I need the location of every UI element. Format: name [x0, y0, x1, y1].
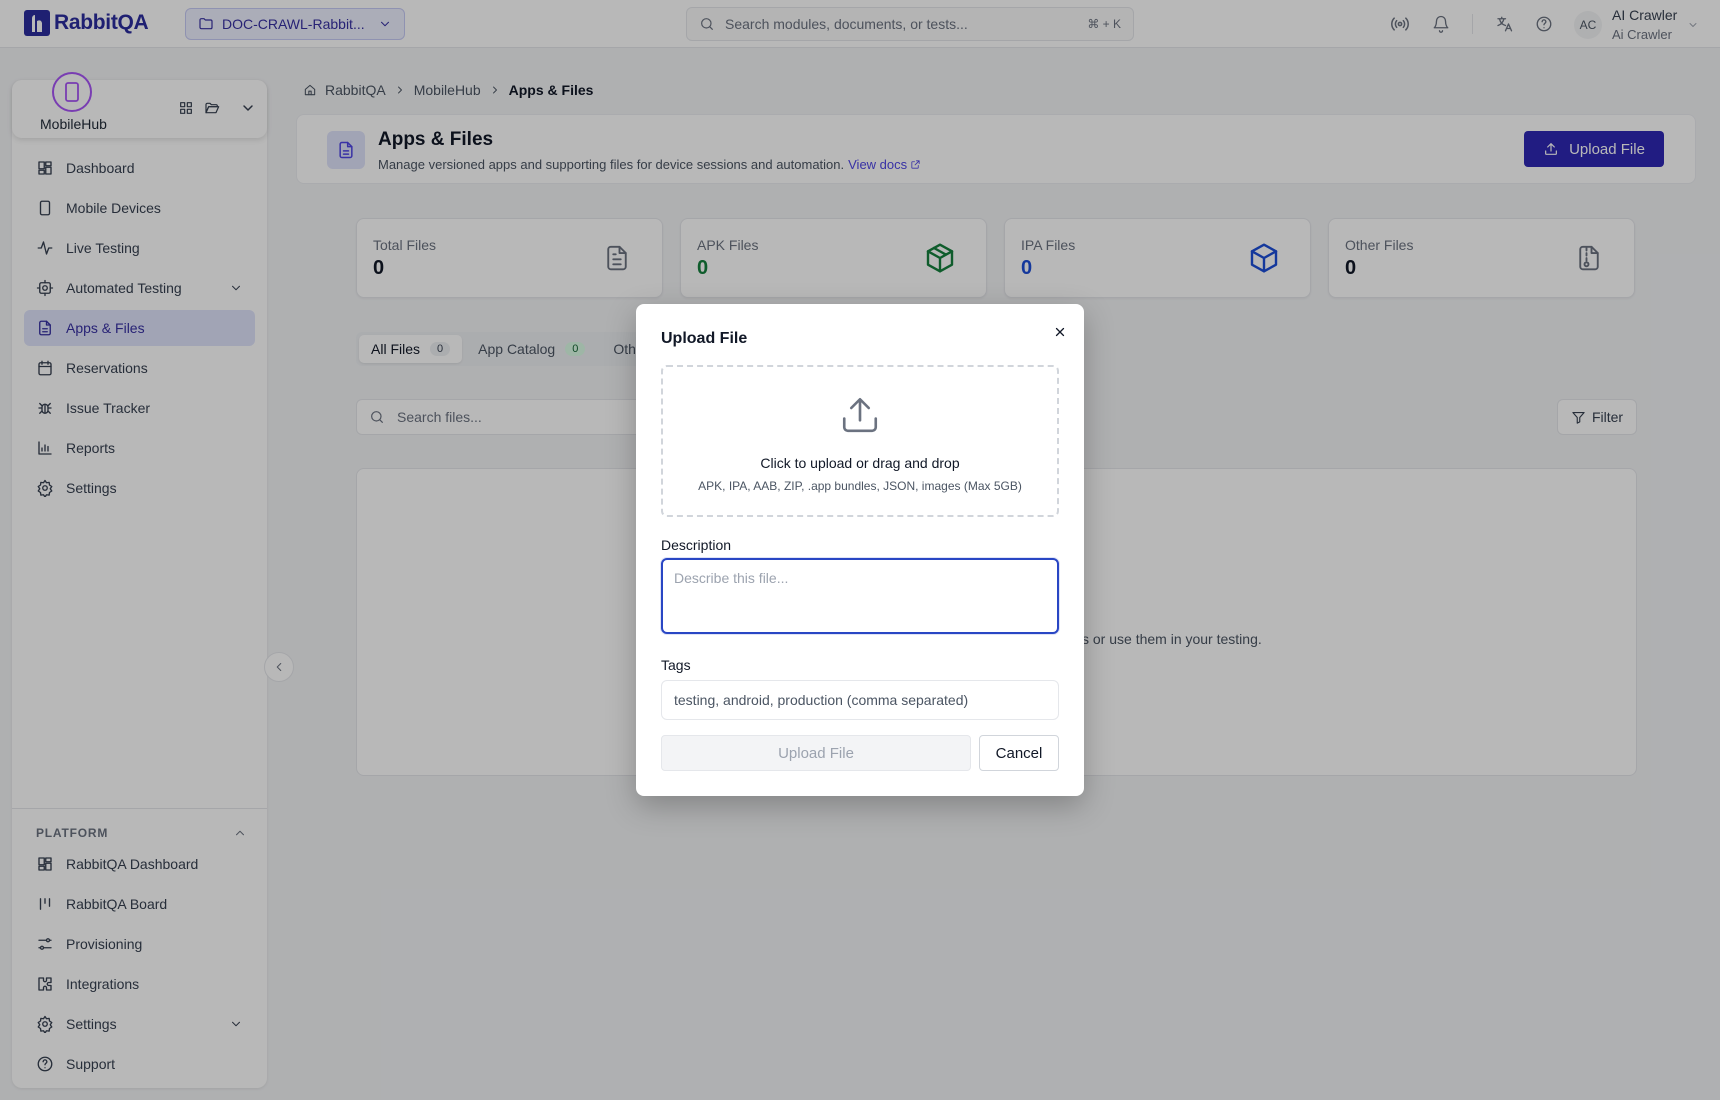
- tags-field[interactable]: [661, 680, 1059, 720]
- close-button[interactable]: [1050, 322, 1070, 342]
- tags-label: Tags: [661, 657, 691, 673]
- dialog-upload-button[interactable]: Upload File: [661, 735, 971, 771]
- dialog-title: Upload File: [661, 330, 748, 347]
- file-dropzone[interactable]: Click to upload or drag and drop APK, IP…: [661, 365, 1059, 517]
- dropzone-hint: APK, IPA, AAB, ZIP, .app bundles, JSON, …: [698, 479, 1022, 493]
- description-field[interactable]: [661, 558, 1059, 634]
- upload-file-dialog: Upload File Click to upload or drag and …: [636, 304, 1084, 796]
- cancel-button[interactable]: Cancel: [979, 735, 1059, 771]
- upload-icon: [842, 397, 878, 433]
- dropzone-title: Click to upload or drag and drop: [760, 455, 960, 471]
- close-icon: [1055, 327, 1065, 337]
- description-label: Description: [661, 537, 732, 553]
